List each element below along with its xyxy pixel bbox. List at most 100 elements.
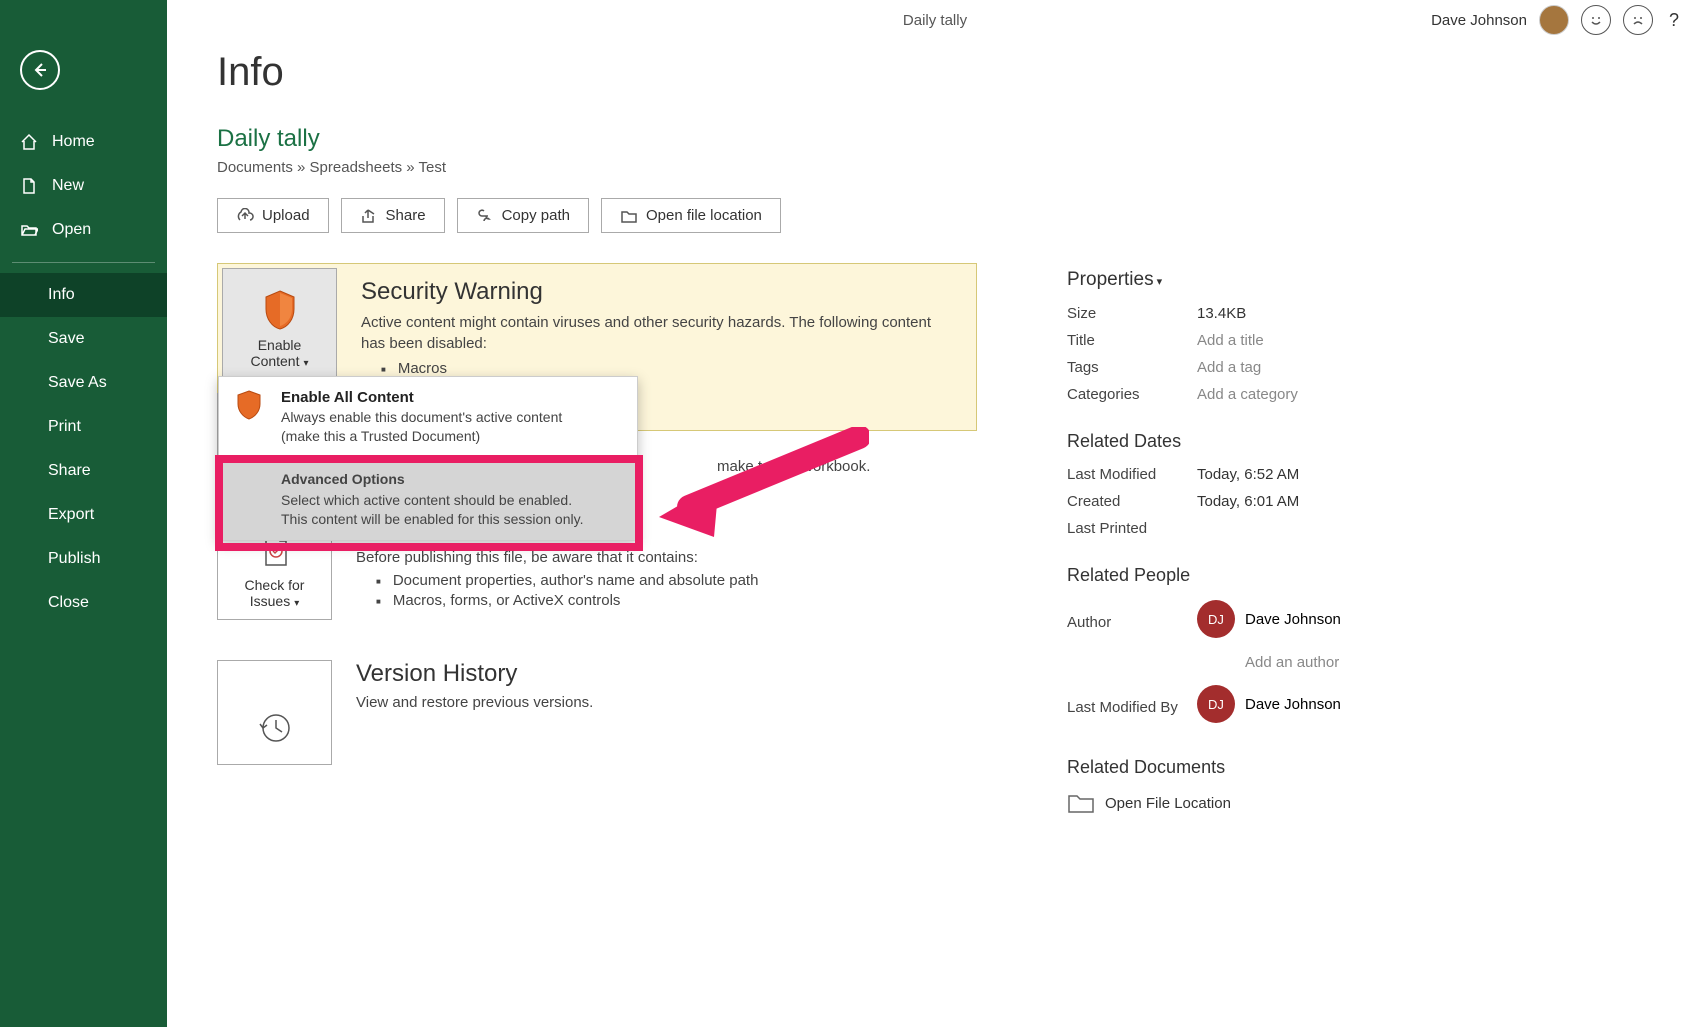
shield-icon bbox=[235, 389, 263, 421]
home-icon bbox=[20, 133, 38, 151]
related-dates-heading: Related Dates bbox=[1067, 431, 1487, 452]
document-title: Daily tally bbox=[217, 125, 1653, 153]
security-warning-desc: Active content might contain viruses and… bbox=[361, 312, 956, 354]
nav-home-label: Home bbox=[52, 133, 95, 151]
security-bullet-macros: Macros bbox=[381, 360, 956, 377]
enable-content-dropdown: Enable All Content Always enable this do… bbox=[218, 376, 638, 541]
nav-export[interactable]: Export bbox=[0, 493, 167, 537]
back-button[interactable] bbox=[20, 50, 60, 90]
page-title: Info bbox=[217, 50, 1653, 95]
size-value: 13.4KB bbox=[1197, 305, 1246, 322]
title-input[interactable]: Add a title bbox=[1197, 332, 1264, 349]
nav-publish-label: Publish bbox=[48, 550, 100, 568]
last-modified-label: Last Modified bbox=[1067, 466, 1197, 483]
modified-by-label: Last Modified By bbox=[1067, 699, 1197, 716]
folder-icon bbox=[620, 208, 638, 224]
main-content: Info Daily tally Documents » Spreadsheet… bbox=[167, 0, 1703, 1027]
menu-enable-all-content[interactable]: Enable All Content Always enable this do… bbox=[219, 377, 637, 458]
tags-input[interactable]: Add a tag bbox=[1197, 359, 1261, 376]
history-desc: View and restore previous versions. bbox=[356, 694, 593, 711]
new-icon bbox=[20, 177, 38, 195]
modified-by-person[interactable]: DJ Dave Johnson bbox=[1197, 685, 1341, 723]
history-heading: Version History bbox=[356, 660, 593, 688]
nav-save[interactable]: Save bbox=[0, 317, 167, 361]
open-file-location-text: Open File Location bbox=[1105, 795, 1231, 812]
nav-save-label: Save bbox=[48, 330, 84, 348]
nav-save-as-label: Save As bbox=[48, 374, 107, 392]
share-label: Share bbox=[386, 207, 426, 224]
breadcrumb: Documents » Spreadsheets » Test bbox=[217, 159, 1653, 176]
enable-content-label1: Enable bbox=[258, 337, 302, 353]
menu-advanced-line1: Select which active content should be en… bbox=[281, 491, 583, 510]
enable-content-label2: Content▾ bbox=[250, 353, 308, 369]
related-people-heading: Related People bbox=[1067, 565, 1487, 586]
inspect-bullet-1: Document properties, author's name and a… bbox=[376, 572, 758, 589]
open-file-location-button[interactable]: Open file location bbox=[601, 198, 781, 233]
security-warning-heading: Security Warning bbox=[361, 278, 956, 306]
menu-enable-all-line1: Always enable this document's active con… bbox=[281, 408, 562, 427]
protect-text-fragment: make to this workbook. bbox=[717, 458, 977, 475]
author-person[interactable]: DJ Dave Johnson bbox=[1197, 600, 1341, 638]
upload-label: Upload bbox=[262, 207, 310, 224]
categories-label: Categories bbox=[1067, 386, 1197, 403]
nav-home[interactable]: Home bbox=[0, 120, 167, 164]
nav-publish[interactable]: Publish bbox=[0, 537, 167, 581]
nav-export-label: Export bbox=[48, 506, 94, 524]
version-history-button[interactable] bbox=[217, 660, 332, 765]
link-icon bbox=[476, 208, 494, 224]
last-modified-value: Today, 6:52 AM bbox=[1197, 466, 1299, 483]
share-icon bbox=[360, 208, 378, 224]
security-warning-panel: Enable Content▾ Security Warning Active … bbox=[217, 263, 977, 431]
nav-info-label: Info bbox=[48, 286, 75, 304]
add-author-input[interactable]: Add an author bbox=[1245, 654, 1487, 671]
check-issues-label2: Issues▾ bbox=[250, 593, 300, 609]
categories-input[interactable]: Add a category bbox=[1197, 386, 1298, 403]
created-label: Created bbox=[1067, 493, 1197, 510]
author-label: Author bbox=[1067, 614, 1197, 631]
enable-content-button[interactable]: Enable Content▾ bbox=[222, 268, 337, 378]
nav-close-label: Close bbox=[48, 594, 89, 612]
menu-enable-all-title: Enable All Content bbox=[281, 389, 562, 406]
share-button[interactable]: Share bbox=[341, 198, 445, 233]
shield-icon bbox=[262, 289, 298, 331]
open-icon bbox=[20, 221, 38, 239]
menu-enable-all-line2: (make this a Trusted Document) bbox=[281, 427, 562, 446]
nav-divider bbox=[12, 262, 155, 263]
nav-open-label: Open bbox=[52, 221, 91, 239]
nav-print-label: Print bbox=[48, 418, 81, 436]
modified-by-name: Dave Johnson bbox=[1245, 696, 1341, 713]
folder-icon bbox=[1067, 792, 1095, 814]
open-file-location-link[interactable]: Open File Location bbox=[1067, 792, 1487, 814]
nav-share-label: Share bbox=[48, 462, 91, 480]
last-printed-label: Last Printed bbox=[1067, 520, 1197, 537]
title-label: Title bbox=[1067, 332, 1197, 349]
nav-close[interactable]: Close bbox=[0, 581, 167, 625]
menu-advanced-options[interactable]: Advanced Options Select which active con… bbox=[219, 458, 637, 541]
copy-path-label: Copy path bbox=[502, 207, 570, 224]
inspect-bullet-2: Macros, forms, or ActiveX controls bbox=[376, 592, 758, 609]
check-issues-label1: Check for bbox=[245, 577, 305, 593]
inspect-desc: Before publishing this file, be aware th… bbox=[356, 549, 758, 566]
upload-button[interactable]: Upload bbox=[217, 198, 329, 233]
size-label: Size bbox=[1067, 305, 1197, 322]
author-avatar: DJ bbox=[1197, 600, 1235, 638]
properties-heading[interactable]: Properties▾ bbox=[1067, 269, 1487, 291]
nav-print[interactable]: Print bbox=[0, 405, 167, 449]
nav-new-label: New bbox=[52, 177, 84, 195]
nav-share[interactable]: Share bbox=[0, 449, 167, 493]
author-name: Dave Johnson bbox=[1245, 611, 1341, 628]
history-icon bbox=[256, 708, 294, 746]
nav-info[interactable]: Info bbox=[0, 273, 167, 317]
upload-icon bbox=[236, 208, 254, 224]
menu-advanced-title: Advanced Options bbox=[281, 470, 583, 489]
nav-save-as[interactable]: Save As bbox=[0, 361, 167, 405]
copy-path-button[interactable]: Copy path bbox=[457, 198, 589, 233]
nav-new[interactable]: New bbox=[0, 164, 167, 208]
tags-label: Tags bbox=[1067, 359, 1197, 376]
created-value: Today, 6:01 AM bbox=[1197, 493, 1299, 510]
menu-advanced-line2: This content will be enabled for this se… bbox=[281, 510, 583, 529]
related-documents-heading: Related Documents bbox=[1067, 757, 1487, 778]
open-file-location-label: Open file location bbox=[646, 207, 762, 224]
backstage-sidebar: Home New Open Info Save Save As Print Sh… bbox=[0, 0, 167, 1027]
nav-open[interactable]: Open bbox=[0, 208, 167, 252]
